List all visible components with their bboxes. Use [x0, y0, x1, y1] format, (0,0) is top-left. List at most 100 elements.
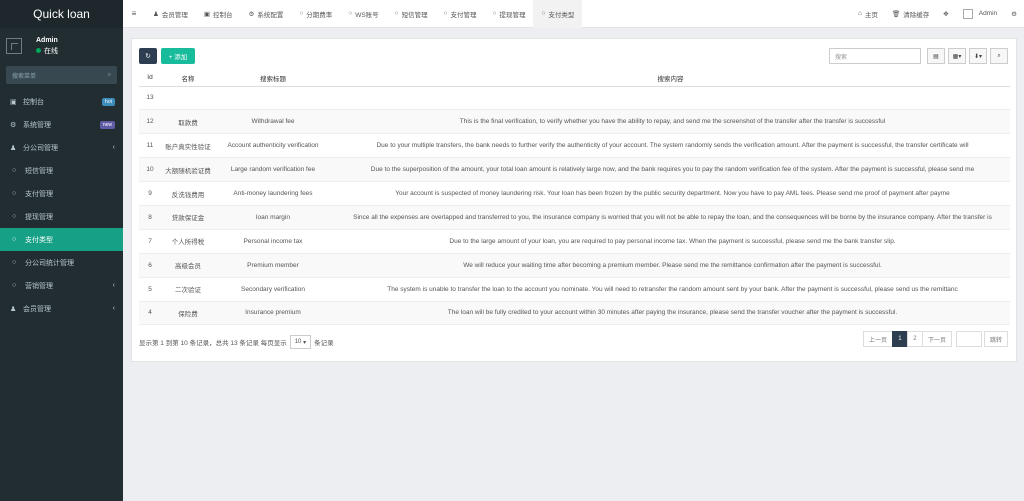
page-button-1[interactable]: 1 [891, 331, 908, 347]
sidebar-item-7[interactable]: ○ 分公司统计管理 [0, 251, 123, 274]
top-navbar: ≡ ♟ 会员管理 ▣ 控制台 ⚙ 系统配置 ○ 分期费率 ○ WS账号 ○ 短信管理 ○ 支付管理 ○ 提现管… [123, 0, 1024, 28]
admin-menu[interactable]: Admin [956, 8, 1004, 19]
table-row[interactable]: 4 保险费 Insurance premium The loan will be fu… [139, 301, 1010, 326]
table-row[interactable]: 9 反洗钱费用 Anti-money laundering fees Your acc… [139, 181, 1010, 206]
cell-name: 二次验证 [161, 277, 215, 302]
admin-avatar [962, 8, 973, 19]
home-label: 主页 [865, 11, 879, 19]
next-page-button[interactable]: 下一页 [921, 331, 952, 347]
pagination-info-prefix: 显示第 1 到第 10 条记录，总共 13 条记录 每页显示 [139, 340, 287, 347]
table-row[interactable]: 13 [139, 86, 1010, 111]
table-row[interactable]: 6 高级会员 Premium member We will reduce your w… [139, 253, 1010, 278]
tab-3[interactable]: ○ 分期费率 [291, 0, 340, 28]
tab-5[interactable]: ○ 短信管理 [387, 0, 436, 28]
cell-content: This is the final verification, to verif… [331, 109, 1010, 135]
tab-8[interactable]: ○ 支付类型 [533, 0, 583, 28]
sidebar-item-4[interactable]: ○ 支付管理 [0, 182, 123, 205]
page-size-value: 10 [294, 339, 302, 345]
sidebar-item-0[interactable]: ▣ 控制台 hot [0, 90, 123, 113]
cell-content: We will reduce your waiting time after b… [331, 253, 1010, 278]
tab-label: 支付类型 [548, 11, 575, 19]
cell-content: The loan will be fully credited to your … [331, 301, 1010, 326]
user-status: 在线 [36, 46, 58, 56]
jump-button[interactable]: 跳转 [983, 331, 1008, 347]
sidebar-item-3[interactable]: ○ 短信管理 [0, 159, 123, 182]
cell-title: Anti-money laundering fees [215, 181, 331, 206]
cell-name [161, 86, 215, 111]
chevron-left-icon: ‹ [112, 282, 115, 289]
user-name: Admin [36, 36, 58, 44]
cell-content [331, 86, 1010, 111]
circle-icon: ○ [12, 259, 17, 266]
sidebar-item-2[interactable]: ♟ 分公司管理 ‹ [0, 136, 123, 159]
tab-0[interactable]: ♟ 会员管理 [145, 0, 196, 28]
circle-icon: ○ [12, 236, 17, 243]
prev-page-button[interactable]: 上一页 [862, 331, 893, 347]
page-size-select[interactable]: 10 ▾ [289, 335, 312, 349]
tab-2[interactable]: ⚙ 系统配置 [240, 0, 291, 28]
user-status-label: 在线 [44, 47, 58, 55]
dashboard-icon: ▣ [203, 10, 210, 18]
cell-id: 6 [139, 253, 161, 278]
table-row[interactable]: 5 二次验证 Secondary verification The system is… [139, 277, 1010, 302]
cell-content: Due to your multiple transfers, the bank… [331, 133, 1010, 159]
table-search-input[interactable]: 搜索 [829, 48, 921, 64]
sidebar-item-6[interactable]: ○ 支付类型 [0, 228, 123, 251]
dashboard-icon: ▣ [10, 98, 17, 106]
cell-content: The system is unable to transfer the loa… [331, 277, 1010, 302]
tab-4[interactable]: ○ WS账号 [340, 0, 386, 28]
table-row[interactable]: 7 个人所得税 Personal income tax Due to the larg… [139, 229, 1010, 254]
cell-name: 取款费 [161, 109, 215, 135]
menu-search-input[interactable]: 搜索菜单 ⌕ [6, 66, 117, 84]
toggle-view-button[interactable]: ▤ [927, 48, 945, 64]
table-row[interactable]: 11 账户真实性验证 Account authenticity verificati… [139, 133, 1010, 159]
jump-page-input[interactable] [955, 331, 982, 347]
sidebar-item-1[interactable]: ⚙ 系统管理 new [0, 113, 123, 136]
nav-tabs: ♟ 会员管理 ▣ 控制台 ⚙ 系统配置 ○ 分期费率 ○ WS账号 ○ 短信管理 ○ 支付管理 ○ 提现管理 ○… [145, 0, 583, 28]
export-dropdown-button[interactable]: ⬇▾ [969, 48, 987, 64]
sidebar-item-8[interactable]: ○ 营销管理 ‹ [0, 274, 123, 297]
sidebar-item-9[interactable]: ♟ 会员管理 ‹ [0, 297, 123, 320]
cell-id: 13 [139, 86, 161, 111]
sidebar-toggle-icon[interactable]: ≡ [123, 9, 145, 18]
column-header-content[interactable]: 搜索内容 [331, 70, 1010, 87]
tab-1[interactable]: ▣ 控制台 [196, 0, 241, 28]
settings-icon[interactable]: ⚙ [1004, 10, 1024, 18]
columns-dropdown-button[interactable]: ▦▾ [948, 48, 966, 64]
sidebar-item-5[interactable]: ○ 提现管理 [0, 205, 123, 228]
clear-cache-button[interactable]: 🗑 清除缓存 [885, 9, 936, 19]
sidebar: Quick loan Admin 在线 搜索菜单 ⌕ ▣ 控制台 hot ⚙ 系统管理 n… [0, 0, 123, 501]
column-header-title[interactable]: 搜索标题 [215, 70, 331, 87]
sidebar-item-label: 短信管理 [25, 167, 53, 175]
add-button[interactable]: + 添加 [161, 48, 195, 64]
home-link[interactable]: ⌂ 主页 [851, 9, 885, 19]
content-panel: ↻ + 添加 搜索 ▤ ▦▾ ⬇▾ ⌕ Id 名称 搜索标题 搜索内容 13 12… [131, 38, 1017, 362]
circle-icon: ○ [299, 10, 304, 17]
circle-icon: ○ [492, 10, 497, 17]
column-header-id[interactable]: Id [139, 70, 161, 87]
table-row[interactable]: 12 取款费 Withdrawal fee This is the final ver… [139, 109, 1010, 135]
trash-icon: 🗑 [892, 10, 901, 18]
clear-cache-label: 清除缓存 [903, 11, 930, 19]
refresh-button[interactable]: ↻ [139, 48, 157, 64]
table-row[interactable]: 10 大额随机验证费 Large random verification fee Du… [139, 157, 1010, 183]
cell-title [215, 86, 331, 111]
column-header-name[interactable]: 名称 [161, 70, 215, 87]
circle-icon: ○ [12, 213, 17, 220]
page-button-2[interactable]: 2 [906, 331, 923, 347]
search-button[interactable]: ⌕ [990, 48, 1008, 64]
table-row[interactable]: 8 贷款保证金 loan margin Since all the expenses … [139, 205, 1010, 230]
menu-search-placeholder: 搜索菜单 [12, 73, 37, 80]
search-icon[interactable]: ⌕ [108, 72, 111, 79]
sidebar-badge: hot [102, 97, 115, 106]
home-icon: ⌂ [858, 10, 863, 17]
table-tools: 搜索 ▤ ▦▾ ⬇▾ ⌕ [829, 48, 1008, 64]
sidebar-item-label: 分公司管理 [23, 144, 58, 152]
sidebar-item-label: 分公司统计管理 [25, 259, 74, 267]
chevron-left-icon: ‹ [112, 305, 115, 312]
fullscreen-icon[interactable]: ✥ [936, 10, 955, 18]
cell-id: 8 [139, 205, 161, 230]
brand-logo[interactable]: Quick loan [0, 0, 123, 28]
tab-7[interactable]: ○ 提现管理 [485, 0, 534, 28]
tab-6[interactable]: ○ 支付管理 [436, 0, 485, 28]
